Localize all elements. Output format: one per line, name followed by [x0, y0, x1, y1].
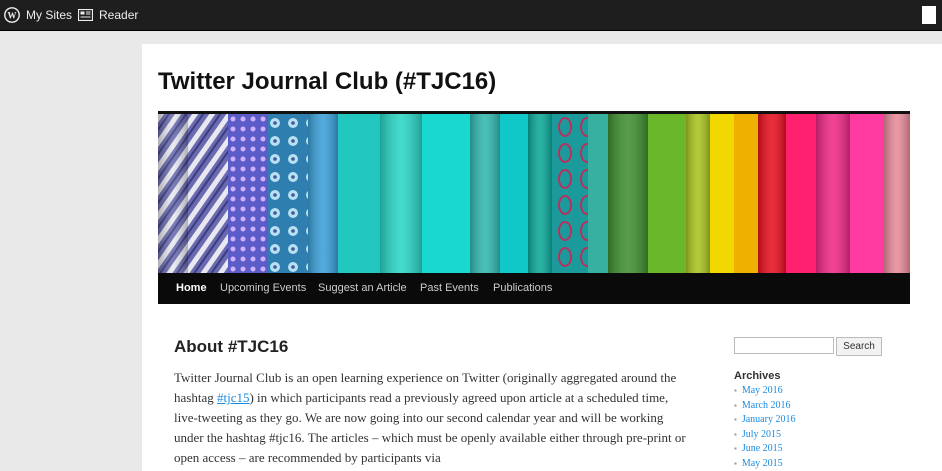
- reader-menu[interactable]: Reader: [78, 0, 138, 30]
- my-sites-label: My Sites: [26, 8, 73, 22]
- fabric-rainbow-image: [158, 114, 910, 276]
- nav-item-publications[interactable]: Publications: [493, 273, 552, 304]
- nav-item-past-events[interactable]: Past Events: [420, 273, 479, 304]
- wordpress-icon: W: [4, 7, 20, 23]
- nav-item-upcoming-events[interactable]: Upcoming Events: [220, 273, 306, 304]
- main-navigation: Home Upcoming Events Suggest an Article …: [158, 273, 910, 304]
- archive-link-july-2015[interactable]: July 2015: [734, 428, 795, 443]
- archives-heading: Archives: [734, 370, 781, 382]
- archive-link-may-2016[interactable]: May 2016: [734, 384, 795, 399]
- reader-icon: [78, 9, 93, 21]
- page: Twitter Journal Club (#TJC16) Home Upcom…: [142, 44, 942, 471]
- archives-list: May 2016 March 2016 January 2016 July 20…: [734, 384, 796, 471]
- entry-text-part2: ) in which participants read a previousl…: [174, 390, 686, 465]
- nav-item-suggest-an-article[interactable]: Suggest an Article: [318, 273, 407, 304]
- header-banner-image[interactable]: [158, 111, 910, 276]
- archive-link-may-2015[interactable]: May 2015: [734, 457, 795, 471]
- search-input[interactable]: [734, 337, 834, 354]
- reader-label: Reader: [99, 8, 139, 22]
- svg-text:W: W: [8, 11, 17, 21]
- my-sites-menu[interactable]: W My Sites: [4, 0, 72, 30]
- entry-content: Twitter Journal Club is an open learning…: [174, 368, 694, 468]
- nav-item-home[interactable]: Home: [176, 273, 207, 304]
- site-title[interactable]: Twitter Journal Club (#TJC16): [158, 68, 496, 96]
- archive-link-march-2016[interactable]: March 2016: [734, 399, 795, 414]
- archive-link-june-2015[interactable]: June 2015: [734, 442, 795, 457]
- admin-bar-right-item[interactable]: [922, 6, 936, 24]
- entry-title: About #TJC16: [174, 337, 289, 356]
- search-button[interactable]: Search: [836, 337, 882, 356]
- admin-bar: W My Sites Reader: [0, 0, 942, 31]
- archive-link-january-2016[interactable]: January 2016: [734, 413, 796, 428]
- hashtag-link[interactable]: #tjc15: [217, 390, 250, 405]
